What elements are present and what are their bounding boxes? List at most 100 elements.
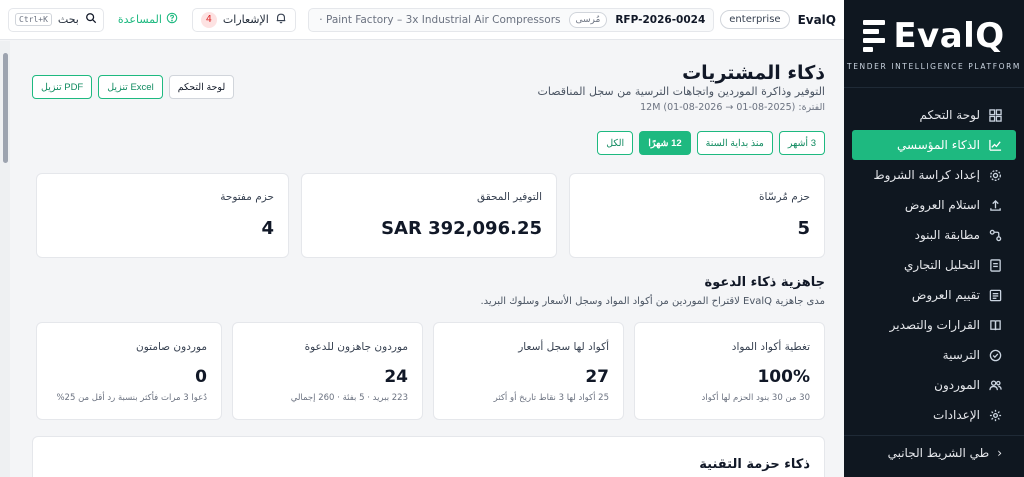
notifications-label: الإشعارات [222,13,269,26]
card-label: أكواد لها سجل أسعار [518,341,609,353]
kpi-label: حزم مُرسّاة [758,191,810,203]
bell-icon [275,12,287,27]
card-value: 24 [384,367,408,387]
notifications-count-badge: 4 [200,11,217,28]
sidebar-item-offer-evaluation[interactable]: تقييم العروض [852,280,1016,310]
book-icon [988,318,1002,332]
page-period: الفترة: (2025-08-01 → 2026-08-01) 12M [640,102,825,113]
kpi-row: حزم مُرسّاة 5 التوفير المحقق SAR 392,096… [32,166,825,258]
sidebar: EvalQ TENDER INTELLIGENCE PLATFORM لوحة … [844,0,1024,477]
dashboard-button[interactable]: لوحة التحكم [168,75,235,99]
kpi-card-savings: التوفير المحقق SAR 392,096.25 [301,173,557,258]
readiness-card-silent-suppliers: موردون صامتون 0 دُعوا 3 مرات فأكثر بنسبة… [36,322,222,420]
sidebar-item-label: الترسية [942,348,980,362]
rfp-title: · Paint Factory – 3x Industrial Air Comp… [319,13,561,26]
chart-line-icon [988,138,1002,152]
kpi-card-awarded: حزم مُرسّاة 5 [569,173,825,258]
grid-icon [988,108,1002,122]
collapse-sidebar-label: طي الشريط الجانبي [887,445,990,460]
tenant-badge[interactable]: enterprise [720,10,790,29]
sidebar-item-label: الإعدادات [933,408,980,422]
match-icon [988,228,1002,242]
period-selector: 3 أشهر منذ بداية السنة 12 شهرًا الكل [597,131,825,155]
logo-mark-icon [863,20,886,52]
sidebar-item-settings[interactable]: الإعدادات [852,400,1016,430]
readiness-card-ready-suppliers: موردون جاهزون للدعوة 24 223 ببريد · 5 بف… [232,322,423,420]
sidebar-item-label: مطابقة البنود [914,228,980,242]
card-label: موردون جاهزون للدعوة [304,341,408,353]
card-value: 0 [195,367,207,387]
kpi-label: حزم مفتوحة [220,191,274,203]
sidebar-item-label: التحليل التجاري [903,258,980,272]
sidebar-item-label: إعداد كراسة الشروط [873,168,980,182]
section-title: ذكاء حزمة التقنية [699,457,810,472]
kpi-card-open: حزم مفتوحة 4 [36,173,289,258]
logo[interactable]: EvalQ TENDER INTELLIGENCE PLATFORM [844,0,1024,88]
sidebar-item-decisions-export[interactable]: القرارات والتصدير [852,310,1016,340]
page-title: ذكاء المشتريات [682,62,825,84]
rfp-selector[interactable]: RFP-2026-0024 مُرسى · Paint Factory – 3x… [307,7,715,32]
search-icon [85,12,97,27]
download-excel-button[interactable]: تنزيل Excel [98,75,163,99]
sidebar-item-label: القرارات والتصدير [889,318,980,332]
sidebar-item-label: الذكاء المؤسسي [896,138,980,152]
sidebar-nav: لوحة التحكم الذكاء المؤسسي إعداد كراسة ا… [844,88,1024,430]
section-title: جاهزية ذكاء الدعوة [704,275,825,290]
section-subtitle: مدى جاهزية EvalQ لاقتراح الموردين من أكو… [480,296,826,307]
search-shortcut-hint: Ctrl+K [15,13,52,26]
card-value: 27 [585,367,609,387]
period-ytd-button[interactable]: منذ بداية السنة [696,131,773,155]
sidebar-item-dashboard[interactable]: لوحة التحكم [852,100,1016,130]
scrollbar-track[interactable] [0,41,10,477]
package-intelligence-card: ذكاء حزمة التقنية [32,436,825,477]
readiness-card-price-history: أكواد لها سجل أسعار 27 25 أكواد لها 3 نق… [433,322,624,420]
sidebar-item-label: استلام العروض [904,198,980,212]
period-all-button[interactable]: الكل [597,131,634,155]
logo-tagline: TENDER INTELLIGENCE PLATFORM [847,62,1021,71]
kpi-value: 5 [797,218,810,239]
card-note: 25 أكواد لها 3 نقاط تاريخ أو أكثر [493,393,609,403]
period-12m-button[interactable]: 12 شهرًا [639,131,691,155]
page-actions: تنزيل PDF تنزيل Excel لوحة التحكم [32,75,235,99]
card-label: تغطية أكواد المواد [731,341,810,353]
kpi-value: 4 [261,218,274,239]
sidebar-item-commercial-analysis[interactable]: التحليل التجاري [852,250,1016,280]
gear-icon [988,168,1002,182]
sidebar-item-label: الموردون [934,378,980,392]
collapse-sidebar-button[interactable]: ‹ طي الشريط الجانبي [844,435,1024,469]
kpi-value: SAR 392,096.25 [381,218,542,239]
page-subtitle: التوفير وذاكرة الموردين واتجاهات الترسية… [537,85,825,98]
period-3m-button[interactable]: 3 أشهر [778,131,825,155]
sidebar-item-label: لوحة التحكم [919,108,981,122]
card-label: موردون صامتون [136,341,207,353]
readiness-card-code-coverage: تغطية أكواد المواد 100% 30 من 30 بنود ال… [634,322,825,420]
logo-text: EvalQ [893,16,1005,56]
card-value: 100% [757,367,810,387]
settings-icon [988,408,1002,422]
sidebar-item-suppliers[interactable]: الموردون [852,370,1016,400]
notifications-button[interactable]: الإشعارات 4 [191,7,296,32]
card-note: 30 من 30 بنود الحزم لها أكواد [701,393,810,403]
sidebar-item-award[interactable]: الترسية [852,340,1016,370]
card-note: 223 ببريد · 5 بفئة · 260 إجمالي [290,393,408,403]
list-icon [988,288,1002,302]
sidebar-item-label: تقييم العروض [911,288,980,302]
search-label: بحث [57,13,79,26]
search-button[interactable]: بحث Ctrl+K [8,7,104,32]
card-note: دُعوا 3 مرات فأكثر بنسبة رد أقل من 25% [56,393,207,403]
check-circle-icon [988,348,1002,362]
sidebar-item-item-matching[interactable]: مطابقة البنود [852,220,1016,250]
brand-name[interactable]: EvalQ [798,13,836,27]
help-link[interactable]: المساعدة [110,12,186,27]
sidebar-item-intelligence[interactable]: الذكاء المؤسسي [852,130,1016,160]
download-pdf-button[interactable]: تنزيل PDF [32,75,93,99]
chevron-left-icon: ‹ [997,445,1002,460]
kpi-label: التوفير المحقق [476,191,542,203]
top-bar: EvalQ enterprise RFP-2026-0024 مُرسى · P… [0,0,844,40]
rfp-code: RFP-2026-0024 [615,13,706,26]
sidebar-item-receive-offers[interactable]: استلام العروض [852,190,1016,220]
users-icon [988,378,1002,392]
sidebar-item-rfp-setup[interactable]: إعداد كراسة الشروط [852,160,1016,190]
scrollbar-thumb[interactable] [3,53,8,163]
upload-icon [988,198,1002,212]
